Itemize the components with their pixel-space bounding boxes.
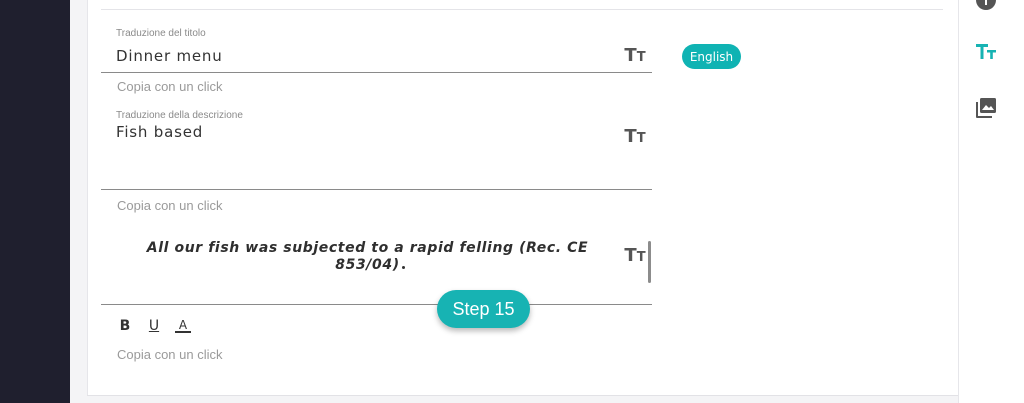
text-cursor [402,266,405,269]
copy-title-link[interactable]: Copia con un click [117,79,223,94]
description-translation-label: Traduzione della descrizione [116,110,243,121]
text-size-icon[interactable] [975,41,997,63]
description-text-size-button[interactable]: TT [624,126,646,146]
text-size-icon: T [624,245,637,266]
text-size-icon: T [624,45,637,66]
copy-rich-text-link[interactable]: Copia con un click [117,347,223,362]
title-translation-input[interactable]: Dinner menu [116,47,223,65]
copy-description-link[interactable]: Copia con un click [117,198,223,213]
underline-button[interactable]: U [146,318,162,334]
description-field-underline [101,189,652,190]
title-translation-label: Traduzione del titolo [116,28,206,39]
rich-field-underline [101,304,652,305]
language-badge[interactable]: English [682,44,741,69]
app-sidebar [0,0,70,403]
format-toolbar: B U A [117,316,191,336]
rich-text-size-button[interactable]: TT [624,245,646,265]
info-icon[interactable] [975,0,997,11]
rich-text-editor-content[interactable]: All our fish was subjected to a rapid fe… [140,240,595,274]
right-tool-panel [958,0,1024,403]
text-size-icon: T [624,126,637,147]
section-divider [101,9,943,10]
editor-scrollbar[interactable] [648,241,651,283]
text-color-button[interactable]: A [175,319,191,333]
tutorial-step-bubble[interactable]: Step 15 [437,290,530,328]
title-field-underline [101,72,652,73]
image-gallery-icon[interactable] [975,97,997,119]
bold-button[interactable]: B [117,318,133,334]
card-bottom-border [87,395,958,396]
title-text-size-button[interactable]: TT [624,45,646,65]
description-translation-input[interactable]: Fish based [116,123,203,141]
